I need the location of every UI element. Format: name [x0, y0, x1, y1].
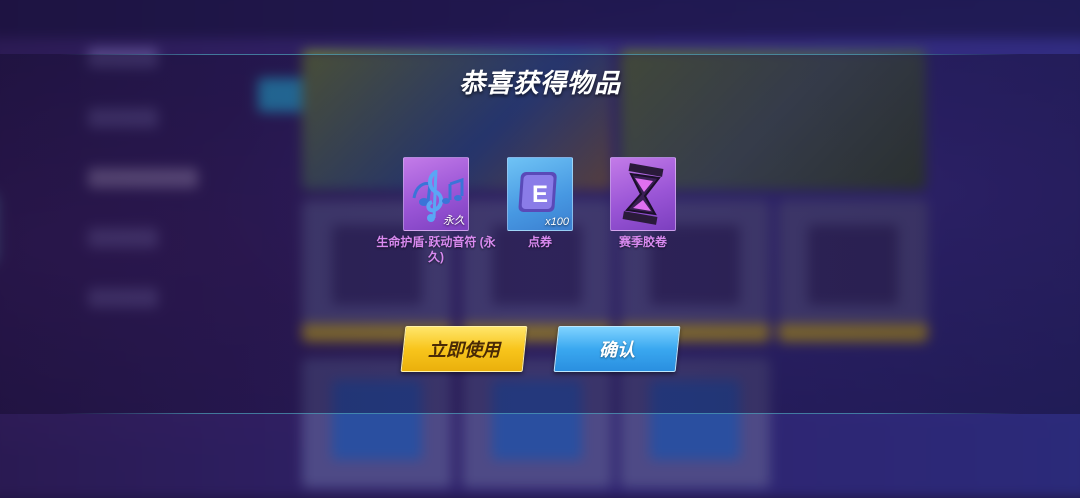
- permanent-badge: 永久: [443, 215, 465, 227]
- dialog-top-divider: [60, 54, 1020, 55]
- reward-item[interactable]: 赛季胶卷: [578, 157, 708, 250]
- svg-text:E: E: [532, 181, 548, 208]
- hourglass-film-icon: [610, 157, 676, 231]
- use-now-button[interactable]: 立即使用: [400, 326, 528, 372]
- reward-name: 赛季胶卷: [618, 235, 667, 249]
- e-coupon-icon: E x100: [507, 157, 573, 231]
- confirm-label: 确认: [599, 340, 635, 360]
- use-now-label: 立即使用: [428, 340, 500, 360]
- quantity-badge: x100: [545, 216, 569, 228]
- dialog-bottom-divider: [60, 413, 1020, 414]
- dialog-title: 恭喜获得物品: [458, 68, 621, 98]
- background-top-bar: [0, 0, 1080, 38]
- music-note-icon: 永久: [403, 157, 469, 231]
- confirm-button[interactable]: 确认: [553, 326, 681, 372]
